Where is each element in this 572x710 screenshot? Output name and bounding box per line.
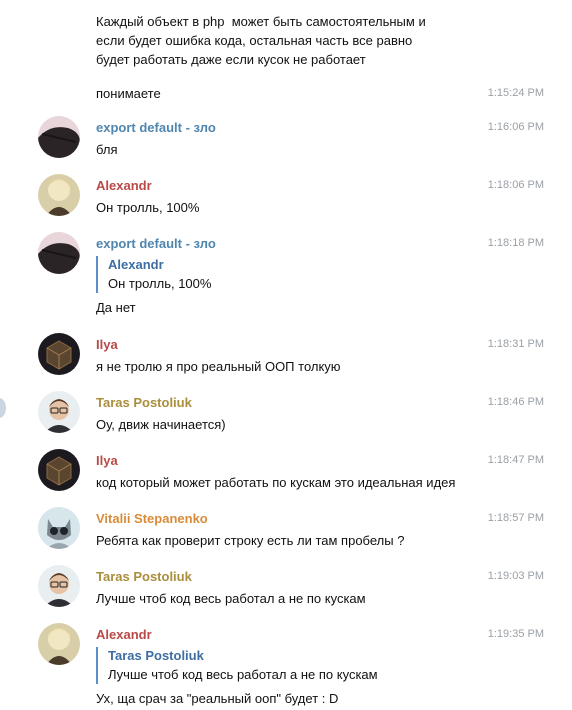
message-time: 1:18:57 PM — [487, 512, 544, 524]
message-text: Оу, движ начинается) — [96, 417, 226, 432]
author-name[interactable]: Alexandr — [96, 627, 152, 642]
author-name[interactable]: Ilya — [96, 337, 118, 352]
message-time: 1:18:06 PM — [487, 179, 544, 191]
reply-quote[interactable]: Alexandr Он тролль, 100% — [96, 256, 211, 293]
message-text: Да нет — [96, 300, 136, 315]
message-time: 1:19:35 PM — [487, 628, 544, 640]
author-name[interactable]: export default - зло — [96, 120, 216, 135]
message-time: 1:18:46 PM — [487, 396, 544, 408]
author-name[interactable]: Alexandr — [96, 178, 152, 193]
cat-avatar[interactable] — [38, 507, 80, 549]
author-name[interactable]: Vitalii Stepanenko — [96, 511, 208, 526]
reply-author: Alexandr — [108, 257, 164, 272]
reply-quote[interactable]: Taras Postoliuk Лучше чтоб код весь рабо… — [96, 647, 378, 684]
message-text: Каждый объект в php может быть самостоят… — [96, 14, 426, 67]
reply-author: Taras Postoliuk — [108, 648, 204, 663]
message-text: понимаете — [96, 86, 161, 101]
author-name[interactable]: export default - зло — [96, 236, 216, 251]
glasses-man-avatar[interactable] — [38, 391, 80, 433]
author-name[interactable]: Taras Postoliuk — [96, 569, 192, 584]
message-time: 1:18:18 PM — [487, 237, 544, 249]
anime-girl-avatar[interactable] — [38, 623, 80, 665]
reply-text: Лучше чтоб код весь работал а не по куск… — [108, 667, 378, 682]
dark-hair-avatar[interactable] — [38, 232, 80, 274]
message-time: 1:19:03 PM — [487, 570, 544, 582]
message-time: 1:18:47 PM — [487, 454, 544, 466]
message-text: Ребята как проверит строку есть ли там п… — [96, 533, 405, 548]
cube-avatar[interactable] — [38, 333, 80, 375]
reply-text: Он тролль, 100% — [108, 276, 212, 291]
glasses-man-avatar[interactable] — [38, 565, 80, 607]
message-text: Он тролль, 100% — [96, 200, 200, 215]
message-text: я не тролю я про реальный ООП толкую — [96, 359, 341, 374]
cube-avatar[interactable] — [38, 449, 80, 491]
author-name[interactable]: Ilya — [96, 453, 118, 468]
message-text: Ух, ща срач за "реальный ооп" будет : D — [96, 691, 339, 706]
message-time: 1:15:24 PM — [487, 87, 544, 99]
message-text: Лучше чтоб код весь работал а не по куск… — [96, 591, 366, 606]
message-time: 1:18:31 PM — [487, 338, 544, 350]
message-text: код который может работать по кускам это… — [96, 475, 456, 490]
anime-girl-avatar[interactable] — [38, 174, 80, 216]
message-time: 1:16:06 PM — [487, 121, 544, 133]
author-name[interactable]: Taras Postoliuk — [96, 395, 192, 410]
dark-hair-avatar[interactable] — [38, 116, 80, 158]
message-text: бля — [96, 142, 118, 157]
scroll-edge-indicator — [0, 398, 6, 418]
